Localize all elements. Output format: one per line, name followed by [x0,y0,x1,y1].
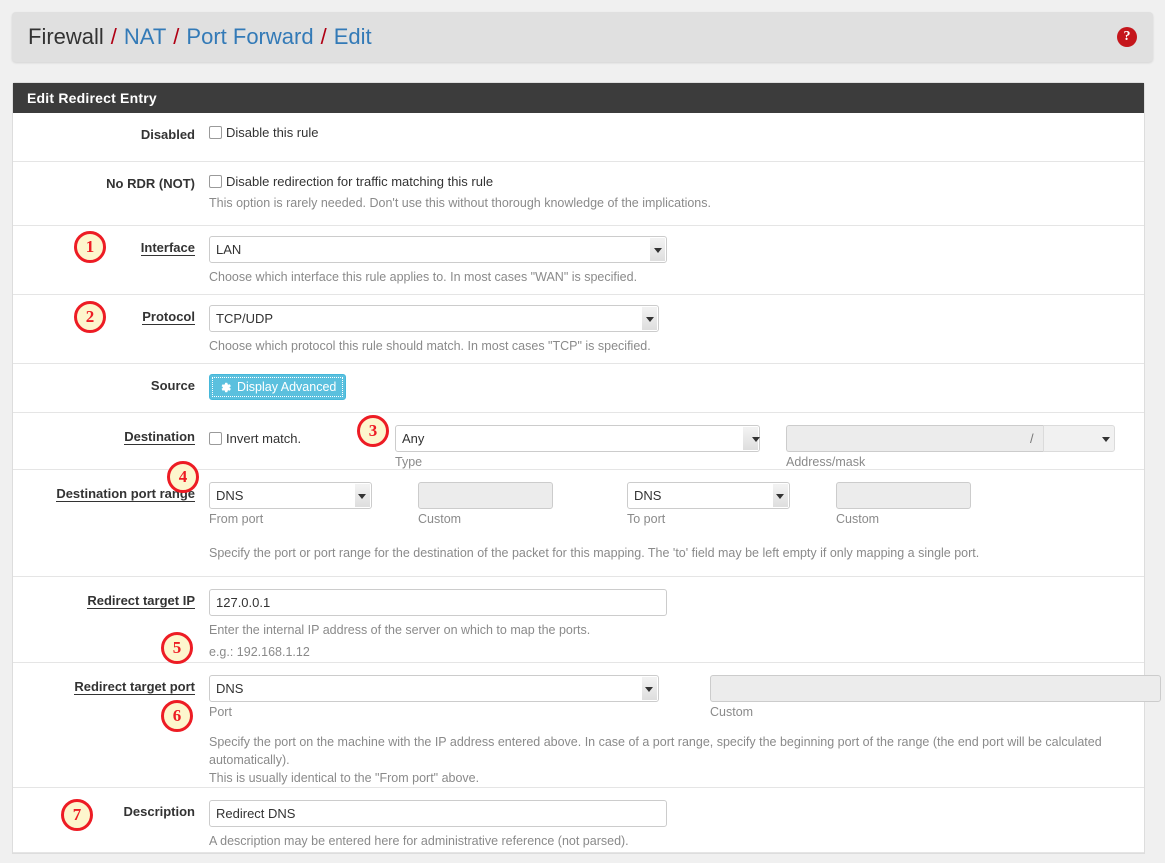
display-advanced-button-label: Display Advanced [237,380,336,394]
disable-this-rule-field: Disable this rule [209,123,1144,140]
breadcrumb-bar: Firewall / NAT / Port Forward / Edit ? [12,12,1153,62]
protocol-help-text: Choose which protocol this rule should m… [209,337,1144,355]
help-circle-icon[interactable]: ? [1117,27,1137,47]
no-rdr-checkbox-label: Disable redirection for traffic matching… [226,174,493,189]
protocol-select[interactable]: TCP/UDP [209,305,659,332]
no-rdr-field: Disable redirection for traffic matching… [209,172,1144,189]
to-port-field: DNS To port [627,482,820,526]
row-disabled: Disabled Disable this rule [13,113,1144,162]
breadcrumb-separator: / [321,24,327,50]
from-port-select[interactable]: DNS [209,482,372,509]
annotation-5: 5 [161,632,193,664]
breadcrumb: Firewall / NAT / Port Forward / Edit [28,24,372,50]
panel-title: Edit Redirect Entry [13,83,1144,113]
redirect-target-ip-input[interactable] [209,589,667,616]
annotation-7: 7 [61,799,93,831]
row-interface: Interface LAN Choose which interface thi… [13,226,1144,295]
row-no-rdr: No RDR (NOT) Disable redirection for tra… [13,162,1144,226]
disable-rule-checkbox[interactable] [209,126,222,139]
to-port-custom-input[interactable] [836,482,971,509]
annotation-3: 3 [357,415,389,447]
to-custom-field: Custom [836,482,1029,526]
redirect-custom-caption: Custom [710,705,1161,719]
description-input[interactable] [209,800,667,827]
protocol-select-wrap: TCP/UDP [209,305,659,332]
destination-mask-select[interactable] [1043,425,1115,452]
description-help-text: A description may be entered here for ad… [209,832,1144,850]
redirect-target-port-custom-input[interactable] [710,675,1161,702]
invert-match-checkbox[interactable] [209,432,222,445]
destination-port-range-help-text: Specify the port or port range for the d… [209,544,1144,562]
redirect-target-port-select[interactable]: DNS [209,675,659,702]
destination-address-input[interactable] [786,425,1021,452]
gear-icon [219,381,232,394]
no-rdr-checkbox[interactable] [209,175,222,188]
row-protocol: Protocol TCP/UDP Choose which protocol t… [13,295,1144,364]
destination-address-caption: Address/mask [786,455,1146,469]
from-port-field: DNS From port [209,482,402,526]
destination-type-caption: Type [395,455,770,469]
display-advanced-button[interactable]: Display Advanced [209,374,346,400]
redirect-port-field: DNS Port [209,675,694,719]
to-custom-caption: Custom [836,512,1029,526]
redirect-target-ip-help-line1: Enter the internal IP address of the ser… [209,621,1144,639]
from-custom-caption: Custom [418,512,611,526]
breadcrumb-separator: / [111,24,117,50]
row-description: Description A description may be entered… [13,788,1144,853]
label-source: Source [13,374,209,402]
redirect-target-port-help-line1: Specify the port on the machine with the… [209,733,1134,769]
label-no-rdr: No RDR (NOT) [13,172,209,215]
interface-select[interactable]: LAN [209,236,667,263]
label-protocol: Protocol [13,305,209,353]
interface-help-text: Choose which interface this rule applies… [209,268,1144,286]
interface-select-wrap: LAN [209,236,667,263]
from-port-custom-input[interactable] [418,482,553,509]
address-mask-separator: / [1021,425,1043,452]
breadcrumb-item-nat[interactable]: NAT [124,24,166,50]
disable-rule-checkbox-label: Disable this rule [226,125,319,140]
no-rdr-help-text: This option is rarely needed. Don't use … [209,194,1144,212]
redirect-port-caption: Port [209,705,694,719]
label-destination: Destination [13,425,209,459]
breadcrumb-item-port-forward[interactable]: Port Forward [186,24,313,50]
destination-type-field: Any Type [395,425,770,469]
label-disabled: Disabled [13,123,209,151]
breadcrumb-item-edit[interactable]: Edit [334,24,372,50]
invert-match-label: Invert match. [226,431,301,446]
annotation-6: 6 [161,700,193,732]
invert-match-field: Invert match. [209,425,379,446]
to-port-select[interactable]: DNS [627,482,790,509]
redirect-target-port-help-line2: This is usually identical to the "From p… [209,769,1161,787]
label-destination-port-range: Destination port range [13,482,209,566]
label-interface: Interface [13,236,209,284]
row-source: Source Display Advanced [13,364,1144,413]
redirect-custom-field: Custom [710,675,1161,719]
destination-address-field: / Address/mask [786,425,1146,469]
to-port-caption: To port [627,512,820,526]
annotation-2: 2 [74,301,106,333]
destination-type-select[interactable]: Any [395,425,760,452]
breadcrumb-item-firewall: Firewall [28,24,104,50]
from-custom-field: Custom [418,482,611,526]
redirect-target-ip-help-line2: e.g.: 192.168.1.12 [209,643,1144,661]
annotation-1: 1 [74,231,106,263]
from-port-caption: From port [209,512,402,526]
annotation-4: 4 [167,461,199,493]
label-description: Description [13,800,209,842]
breadcrumb-separator: / [173,24,179,50]
